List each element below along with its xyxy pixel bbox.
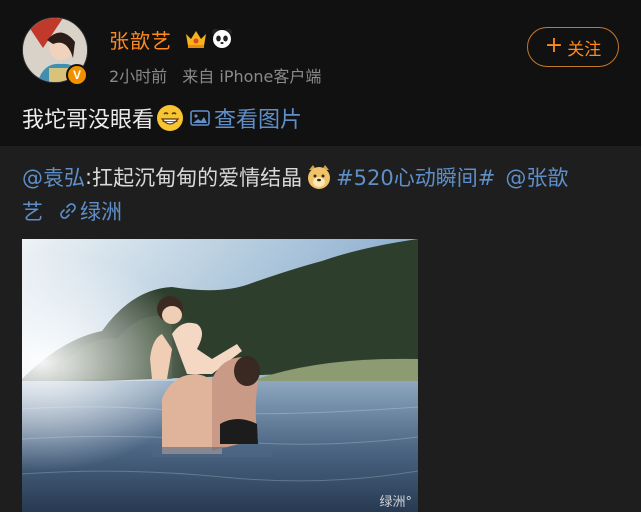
mention-author[interactable]: @袁弘 xyxy=(22,162,85,192)
image-icon xyxy=(190,110,210,126)
follow-button[interactable]: + 关注 xyxy=(527,27,619,67)
grin-emoji-icon xyxy=(157,105,184,131)
post-text: 我坨哥没眼看 查看图片 xyxy=(22,102,302,134)
repost-photo[interactable]: 绿洲° xyxy=(22,239,418,512)
repost-card[interactable]: @袁弘 : 扛起沉甸甸的爱情结晶 #520心动瞬间# @张歆 艺 绿洲 绿洲° xyxy=(0,146,641,512)
location-link[interactable]: 绿洲 xyxy=(59,196,122,226)
panda-icon xyxy=(212,28,232,48)
repost-colon: : xyxy=(85,165,93,189)
plus-icon: + xyxy=(544,33,564,58)
lake-photo-image xyxy=(22,239,418,512)
post-meta: 2小时前 来自 iPhone客户端 xyxy=(109,63,321,87)
link-icon xyxy=(60,203,76,219)
repost-text-line-2: 艺 绿洲 xyxy=(22,196,122,226)
repost-text-line-1: @袁弘 : 扛起沉甸甸的爱情结晶 #520心动瞬间# @张歆 xyxy=(22,162,568,192)
follow-label: 关注 xyxy=(567,39,602,60)
doge-emoji-icon xyxy=(308,165,331,189)
post-text-content: 我坨哥没眼看 xyxy=(22,108,155,133)
mention-target[interactable]: @张歆 xyxy=(505,162,568,192)
source-prefix: 来自 xyxy=(182,67,215,86)
repost-text: 扛起沉甸甸的爱情结晶 xyxy=(92,166,303,190)
view-image-label: 查看图片 xyxy=(214,108,303,133)
location-label: 绿洲 xyxy=(80,200,122,224)
username[interactable]: 张歆艺 xyxy=(109,25,172,54)
view-image-link[interactable]: 查看图片 xyxy=(190,102,302,134)
crown-icon xyxy=(186,31,206,48)
verified-badge: V xyxy=(66,64,88,86)
post-source[interactable]: iPhone客户端 xyxy=(219,67,321,86)
mention-target-continued[interactable]: 艺 xyxy=(22,196,43,226)
photo-watermark: 绿洲° xyxy=(379,495,412,510)
weibo-post: V 张歆艺 2小时前 来自 iPhone客户端 + 关注 我坨哥没眼看 查看图片 xyxy=(0,0,641,146)
post-time: 2小时前 xyxy=(109,67,168,86)
topic-tag[interactable]: #520心动瞬间# xyxy=(336,162,495,192)
